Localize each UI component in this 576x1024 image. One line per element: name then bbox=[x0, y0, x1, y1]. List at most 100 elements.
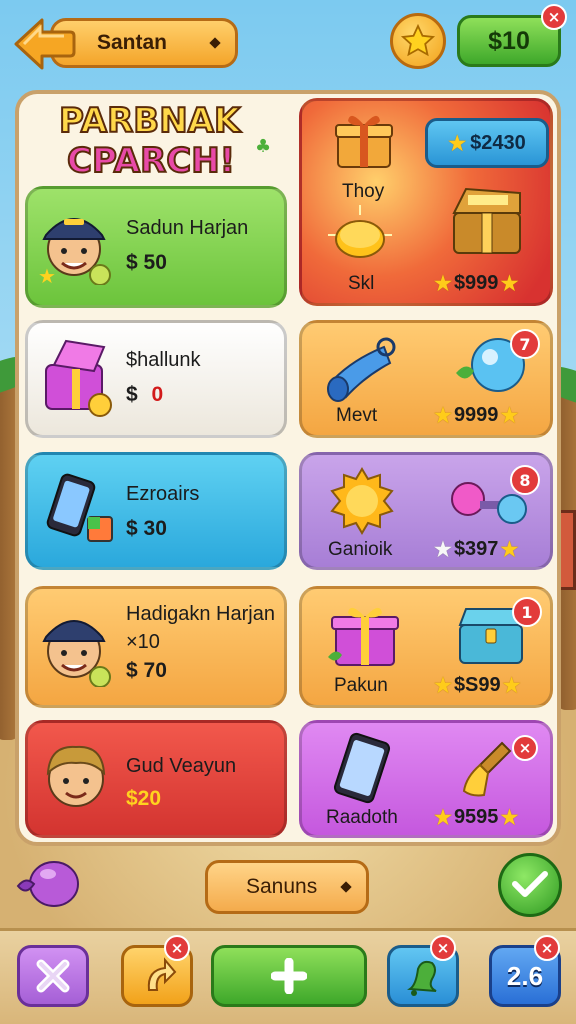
item-count-badge: 7 bbox=[510, 329, 540, 359]
add-button[interactable] bbox=[211, 945, 367, 1007]
player-name: $hallunk bbox=[126, 349, 201, 371]
featured-price-label: $999 bbox=[453, 272, 499, 294]
logo-line2: CPARCH! bbox=[67, 141, 235, 181]
player-price: $ 30 bbox=[126, 517, 167, 540]
item-badge-label: × bbox=[518, 739, 532, 757]
item-label: Ganioik bbox=[328, 539, 393, 560]
treasure-chest-icon bbox=[452, 187, 521, 254]
item-price: ★ $S99 ★ bbox=[434, 673, 521, 698]
player-avatar-cap bbox=[42, 620, 111, 687]
player-name: Ezroairs bbox=[126, 483, 200, 505]
player-name: Gud Veayun bbox=[126, 755, 237, 777]
star-icon: ★ bbox=[434, 675, 452, 697]
bell-close-badge[interactable]: × bbox=[430, 935, 456, 961]
bell-icon bbox=[407, 960, 437, 996]
star-icon: ★ bbox=[448, 132, 467, 155]
player-card-3[interactable]: Ezroairs $ 30 bbox=[25, 452, 287, 570]
item-badge-label: 7 bbox=[519, 334, 531, 354]
player-multiplier: ×10 bbox=[126, 631, 160, 653]
star-icon: ★ bbox=[500, 807, 519, 829]
star-icon bbox=[400, 23, 436, 57]
item-price: ★ 9595 ★ bbox=[434, 805, 518, 830]
star-icon: ★ bbox=[434, 807, 452, 829]
star-icon: ★ bbox=[434, 405, 452, 427]
shop-item-card-1[interactable]: Mevt 7 ★ 9999 ★ bbox=[299, 320, 553, 438]
shop-panel: PARBNAK CPARCH! ♣ ★ Sadun Harjan $ 50 $h… bbox=[15, 90, 561, 846]
shop-item-card-4[interactable]: Raadoth × ★ 9595 ★ bbox=[299, 720, 553, 838]
star-outline-icon: ★ bbox=[434, 539, 452, 561]
star-icon: ★ bbox=[502, 675, 521, 697]
sun-gear-icon bbox=[330, 467, 394, 535]
shop-item-card-3[interactable]: Pakun 1 ★ $S99 ★ bbox=[299, 586, 553, 708]
item-label: Raadoth bbox=[326, 807, 398, 828]
item-price: ★ $397 ★ bbox=[434, 537, 518, 562]
close-button[interactable] bbox=[17, 945, 89, 1007]
arrow-close-badge[interactable]: × bbox=[164, 935, 190, 961]
player-avatar-cap: ★ bbox=[38, 218, 111, 285]
cash-close-badge[interactable]: × bbox=[541, 4, 567, 30]
sanuns-button[interactable]: Sanuns bbox=[205, 860, 369, 914]
sanuns-label: Sanuns bbox=[246, 875, 318, 898]
star-icon: ★ bbox=[500, 273, 519, 295]
cash-label: $10 bbox=[488, 26, 530, 55]
item-count-badge: 8 bbox=[510, 465, 540, 495]
checkmark-icon bbox=[512, 871, 548, 897]
player-name: Hadigakn Harjan bbox=[126, 603, 275, 625]
item-label: Mevt bbox=[336, 405, 378, 426]
title-pill[interactable]: Santan bbox=[50, 18, 238, 68]
game-logo: PARBNAK CPARCH! ♣ bbox=[58, 100, 271, 182]
item-price-label: $397 bbox=[453, 538, 499, 560]
level-label: 2.6 bbox=[506, 960, 544, 991]
svg-text:★: ★ bbox=[38, 264, 56, 285]
player-price: $ 70 bbox=[126, 659, 167, 682]
gift-box-icon bbox=[335, 115, 393, 168]
item-price-label: 9595 bbox=[453, 806, 499, 828]
featured-label-top: Thoy bbox=[342, 181, 385, 202]
price-value-red: 0 bbox=[151, 383, 164, 406]
featured-offer-card[interactable]: ★ $2430 Thoy Skl ★ $999 ★ bbox=[299, 98, 553, 306]
close-icon bbox=[36, 959, 70, 993]
bottom-toolbar: × × 2.6 × bbox=[0, 928, 576, 1024]
player-price: $ 50 bbox=[126, 251, 167, 274]
logo-line1: PARBNAK bbox=[59, 101, 242, 141]
player-card-2[interactable]: $hallunk $ 0 bbox=[25, 320, 287, 438]
logo-clover-icon: ♣ bbox=[255, 136, 271, 157]
player-card-4[interactable]: Hadigakn Harjan ×10 $ 70 bbox=[25, 586, 287, 708]
price-currency: $ bbox=[126, 383, 138, 406]
item-remove-badge[interactable]: × bbox=[512, 735, 538, 761]
level-badge-label: × bbox=[540, 939, 554, 957]
gift-box-icon bbox=[328, 607, 399, 666]
player-price: $ 0 bbox=[126, 383, 163, 407]
horn-icon bbox=[327, 337, 396, 402]
star-icon: ★ bbox=[434, 273, 452, 295]
star-icon: ★ bbox=[500, 405, 519, 427]
featured-label-bottom: Skl bbox=[348, 273, 375, 294]
player-name: Sadun Harjan bbox=[126, 217, 249, 239]
balance-label: $2430 bbox=[470, 131, 526, 154]
dropdown-diamond-icon bbox=[340, 881, 352, 893]
shop-item-card-2[interactable]: Ganioik 8 ★ $397 ★ bbox=[299, 452, 553, 570]
balance-pill[interactable]: ★ $2430 bbox=[425, 118, 549, 168]
player-card-1[interactable]: ★ Sadun Harjan $ 50 bbox=[25, 186, 287, 308]
player-card-5[interactable]: Gud Veayun $20 bbox=[25, 720, 287, 838]
gold-coin-icon bbox=[328, 205, 392, 258]
arrow-badge-label: × bbox=[170, 939, 184, 957]
level-close-badge[interactable]: × bbox=[534, 935, 560, 961]
player-price: $20 bbox=[126, 787, 162, 810]
featured-price: ★ $999 ★ bbox=[434, 271, 518, 296]
back-arrow-icon bbox=[14, 18, 76, 70]
curved-arrow-icon bbox=[147, 957, 177, 991]
title-label: Santan bbox=[97, 31, 168, 54]
cash-badge-label: × bbox=[547, 8, 561, 26]
item-price-label: $S99 bbox=[453, 674, 501, 696]
item-price-label: 9999 bbox=[453, 404, 499, 426]
player-avatar-boy bbox=[46, 745, 106, 807]
star-button[interactable] bbox=[390, 13, 446, 69]
back-button[interactable] bbox=[12, 16, 76, 72]
treasure-chest-icon bbox=[45, 339, 112, 417]
dropdown-diamond-icon bbox=[209, 37, 221, 49]
plus-icon bbox=[271, 958, 307, 994]
smartphone-icon bbox=[46, 473, 113, 542]
bell-badge-label: × bbox=[436, 939, 450, 957]
confirm-button[interactable] bbox=[498, 853, 562, 917]
